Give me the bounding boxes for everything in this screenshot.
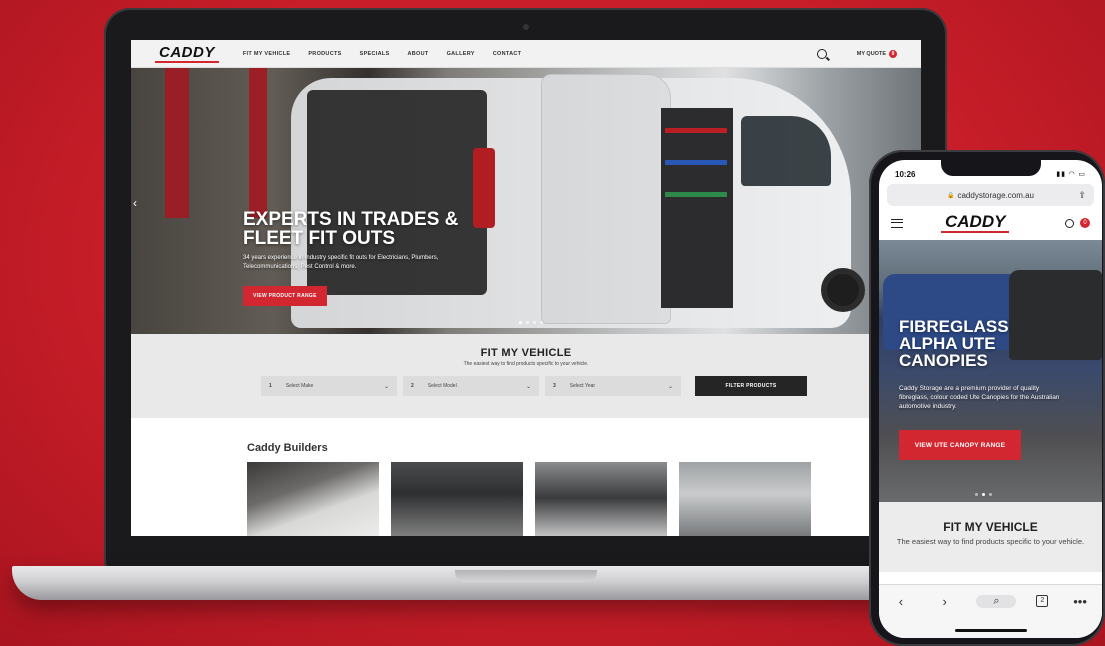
carousel-dot[interactable] — [533, 321, 536, 324]
more-icon[interactable]: ••• — [1068, 595, 1092, 608]
builder-thumbnail[interactable] — [535, 462, 667, 536]
tabs-icon[interactable]: 2 — [1036, 595, 1049, 607]
nav-about[interactable]: ABOUT — [408, 51, 429, 57]
status-time: 10:26 — [895, 169, 916, 179]
mobile-header-actions: 0 — [1065, 218, 1090, 228]
quote-count-badge: 0 — [889, 49, 897, 58]
step-number: 3 — [553, 383, 556, 389]
browser-toolbar: ‹ › ⌕ 2 ••• — [879, 584, 1102, 638]
fit-my-vehicle-section: FIT MY VEHICLE The easiest way to find p… — [131, 334, 921, 418]
hero-content: EXPERTS IN TRADES & FLEET FIT OUTS 34 ye… — [243, 210, 493, 306]
header-actions: MY QUOTE 0 — [816, 48, 897, 59]
hero-description: 34 years experience in industry specific… — [243, 255, 439, 270]
address-bar[interactable]: 🔒 caddystorage.com.au ⇪ — [887, 184, 1094, 206]
lock-icon: 🔒 — [947, 192, 955, 199]
hero-prev-arrow[interactable]: ‹ — [133, 196, 137, 210]
site-header: CADDY FIT MY VEHICLE PRODUCTS SPECIALS A… — [131, 40, 921, 68]
chevron-down-icon: ⌄ — [525, 383, 531, 390]
builders-gallery — [247, 462, 921, 536]
mobile-site-logo[interactable]: CADDY — [941, 213, 1010, 233]
phone-notch — [941, 160, 1041, 176]
hero-banner: ‹ EXPERTS IN TRADES & FLEET FIT OUTS 34 … — [131, 68, 921, 334]
back-icon[interactable]: ‹ — [889, 595, 913, 608]
mobile-carousel-dots — [975, 493, 992, 496]
select-model[interactable]: 2 Select Model ⌄ — [403, 376, 539, 396]
carousel-dot[interactable] — [519, 321, 522, 324]
mobile-fit-subtitle: The easiest way to find products specifi… — [896, 537, 1085, 546]
home-indicator[interactable] — [955, 629, 1027, 632]
hamburger-menu-icon[interactable] — [891, 218, 903, 228]
vehicle-filter-row: 1 Select Make ⌄ 2 Select Model ⌄ 3 Selec… — [261, 376, 807, 396]
nav-specials[interactable]: SPECIALS — [360, 51, 390, 57]
select-placeholder: Select Year — [569, 383, 596, 389]
laptop-screen: CADDY FIT MY VEHICLE PRODUCTS SPECIALS A… — [131, 40, 921, 536]
view-product-range-button[interactable]: VIEW PRODUCT RANGE — [243, 286, 327, 306]
forward-icon[interactable]: › — [933, 595, 957, 608]
carousel-dot[interactable] — [526, 321, 529, 324]
laptop-notch — [455, 570, 597, 582]
chevron-down-icon: ⌄ — [667, 383, 673, 390]
hero-title: EXPERTS IN TRADES & FLEET FIT OUTS — [243, 209, 459, 249]
builders-title: Caddy Builders — [247, 442, 328, 454]
search-icon[interactable]: ⌕ — [976, 595, 1017, 608]
select-placeholder: Select Model — [427, 383, 457, 389]
laptop-camera — [523, 24, 529, 30]
carousel-dot[interactable] — [975, 493, 978, 496]
quote-count-badge[interactable]: 0 — [1080, 218, 1090, 228]
step-number: 1 — [269, 383, 272, 389]
view-ute-canopy-range-button[interactable]: VIEW UTE CANOPY RANGE — [899, 430, 1021, 460]
share-icon[interactable]: ⇪ — [1078, 190, 1086, 201]
carousel-dot[interactable] — [982, 493, 985, 496]
fit-subtitle: The easiest way to find products specifi… — [463, 361, 589, 367]
nav-contact[interactable]: CONTACT — [493, 51, 522, 57]
search-icon[interactable] — [816, 48, 827, 59]
mobile-fit-title: FIT MY VEHICLE — [943, 520, 1038, 534]
my-quote-button[interactable]: MY QUOTE 0 — [856, 49, 897, 58]
my-quote-label: MY QUOTE — [856, 50, 886, 57]
url-text: caddystorage.com.au — [957, 190, 1034, 200]
mobile-hero-description: Caddy Storage are a premium provider of … — [899, 385, 1060, 410]
nav-gallery[interactable]: GALLERY — [447, 51, 475, 57]
select-placeholder: Select Make — [285, 383, 314, 389]
select-make[interactable]: 1 Select Make ⌄ — [261, 376, 397, 396]
fit-title: FIT MY VEHICLE — [480, 347, 572, 359]
main-nav: FIT MY VEHICLE PRODUCTS SPECIALS ABOUT G… — [243, 51, 522, 57]
mobile-site-header: CADDY 0 — [879, 206, 1102, 240]
mobile-hero-banner: FIBREGLASS ALPHA UTE CANOPIES Caddy Stor… — [879, 240, 1102, 502]
carousel-dot[interactable] — [989, 493, 992, 496]
nav-products[interactable]: PRODUCTS — [308, 51, 341, 57]
mobile-fit-my-vehicle-section: FIT MY VEHICLE The easiest way to find p… — [879, 502, 1102, 572]
builders-section: Caddy Builders — [131, 418, 921, 536]
filter-products-button[interactable]: FILTER PRODUCTS — [695, 376, 807, 396]
step-number: 2 — [411, 383, 414, 389]
site-logo[interactable]: CADDY — [155, 44, 219, 63]
phone-screen: 10:26 ▮▮ ◠ ▭ 🔒 caddystorage.com.au ⇪ CAD… — [879, 160, 1102, 638]
carousel-dot[interactable] — [540, 321, 543, 324]
select-year[interactable]: 3 Select Year ⌄ — [545, 376, 681, 396]
chevron-down-icon: ⌄ — [383, 383, 389, 390]
nav-fit-my-vehicle[interactable]: FIT MY VEHICLE — [243, 51, 291, 57]
builder-thumbnail[interactable] — [247, 462, 379, 536]
search-icon[interactable] — [1065, 218, 1074, 228]
mobile-hero-title: FIBREGLASS ALPHA UTE CANOPIES — [899, 317, 1009, 370]
builder-thumbnail[interactable] — [679, 462, 811, 536]
hero-carousel-dots — [519, 321, 543, 324]
builder-thumbnail[interactable] — [391, 462, 523, 536]
signal-wifi-battery-icon: ▮▮ ◠ ▭ — [1056, 171, 1086, 178]
